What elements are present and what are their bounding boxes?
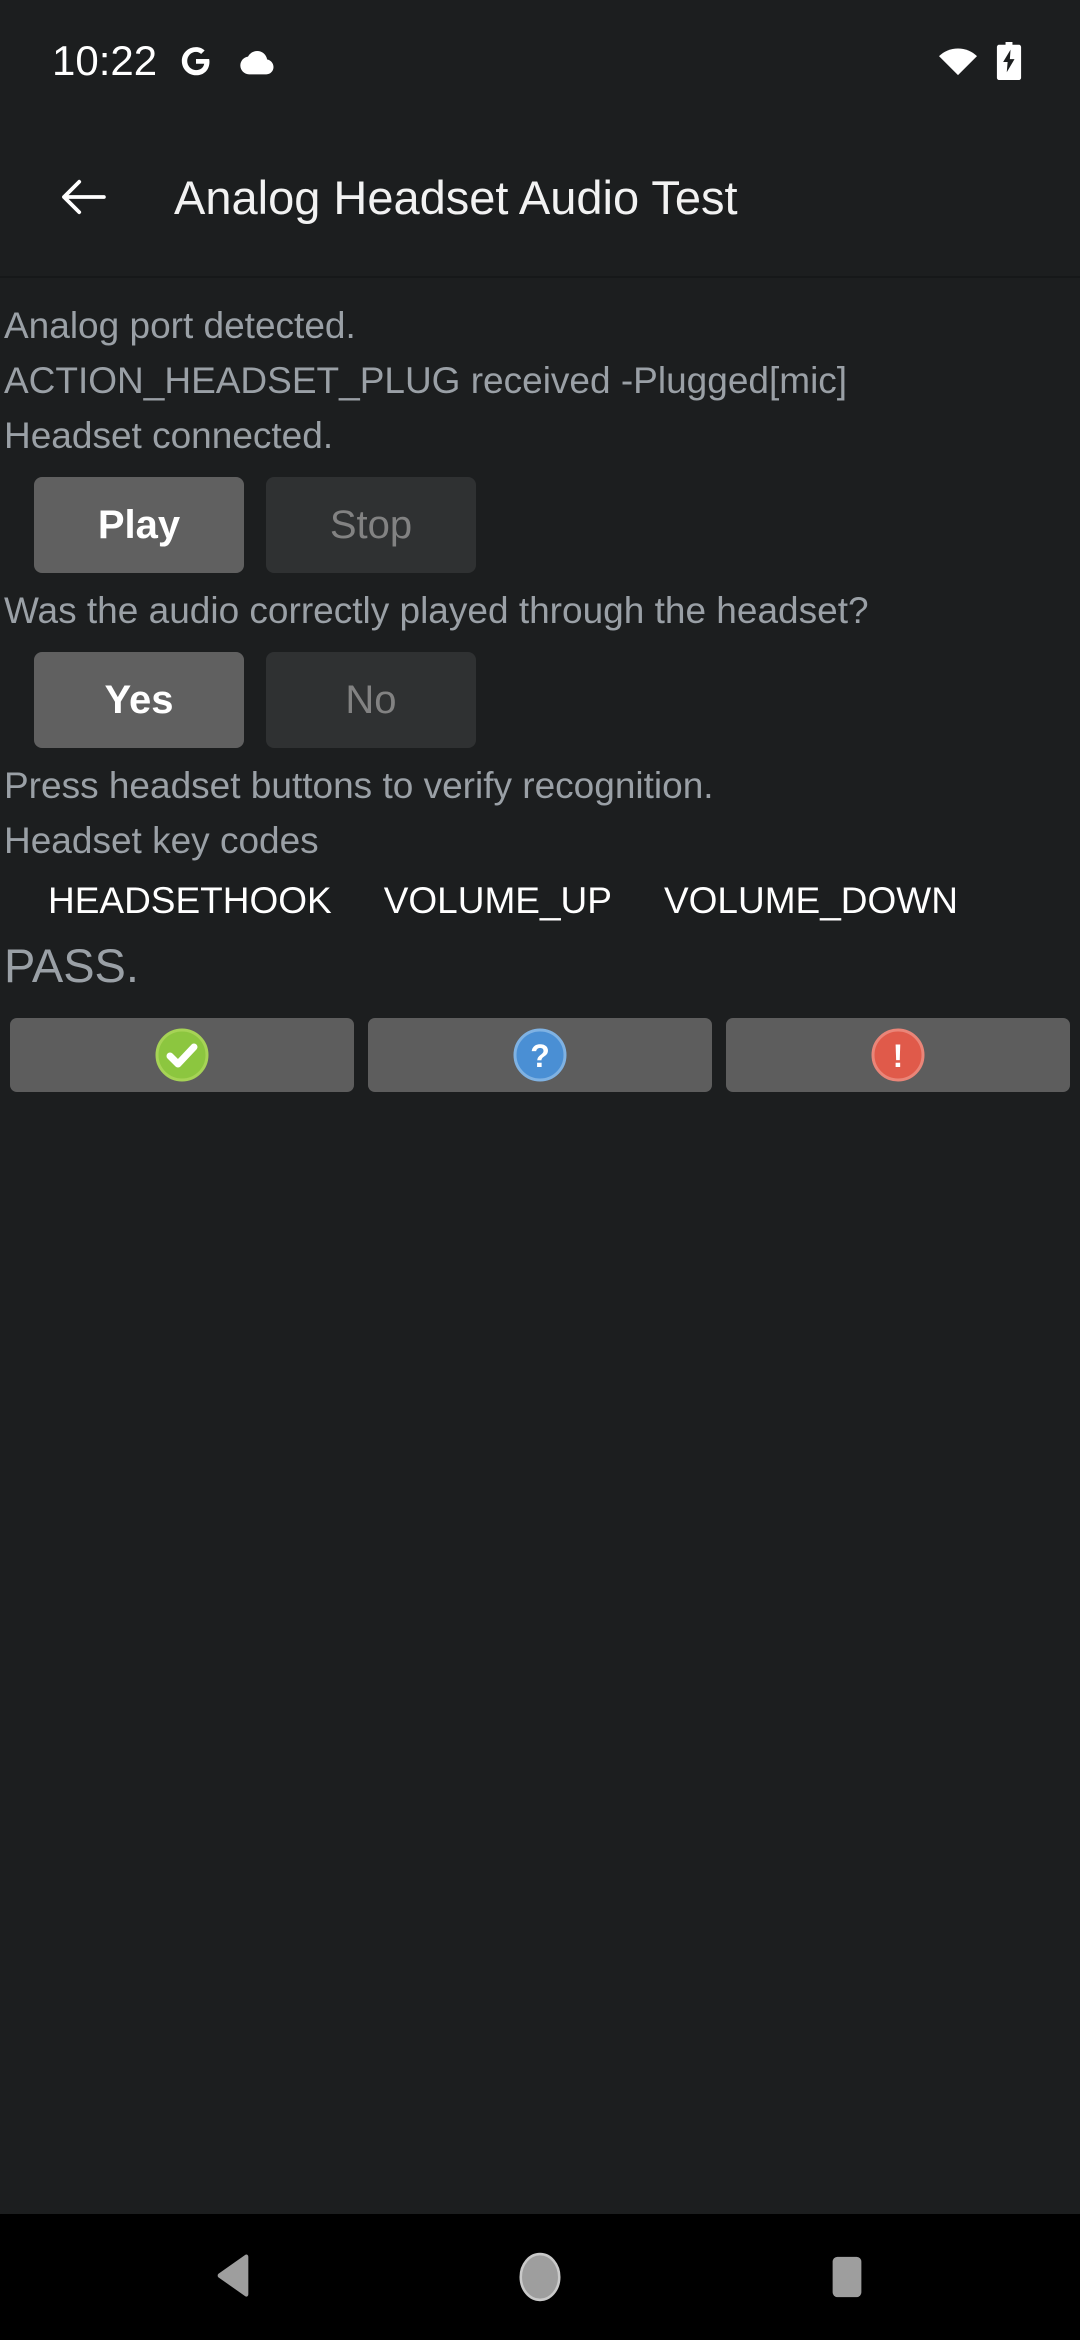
status-line-analog-port: Analog port detected. bbox=[4, 305, 356, 346]
check-circle-icon bbox=[155, 1028, 209, 1082]
circle-icon bbox=[518, 2251, 562, 2303]
playback-controls: Play Stop bbox=[0, 463, 1080, 583]
keycode-volume-down: VOLUME_DOWN bbox=[663, 880, 958, 921]
wifi-icon bbox=[938, 46, 978, 76]
triangle-left-icon bbox=[213, 2254, 253, 2300]
status-bar-left: 10:22 bbox=[0, 40, 275, 82]
test-content: Analog port detected. ACTION_HEADSET_PLU… bbox=[0, 278, 1080, 2214]
yes-button[interactable]: Yes bbox=[34, 652, 244, 748]
page-title: Analog Headset Audio Test bbox=[174, 170, 738, 224]
back-button[interactable] bbox=[40, 154, 126, 240]
nav-recents-button[interactable] bbox=[777, 2214, 917, 2340]
keycode-headsethook: HEADSETHOOK bbox=[48, 880, 332, 921]
google-icon bbox=[179, 44, 213, 78]
keycode-list: HEADSETHOOK VOLUME_UP VOLUME_DOWN bbox=[0, 874, 1080, 928]
info-button[interactable]: ? bbox=[368, 1018, 712, 1092]
nav-back-button[interactable] bbox=[163, 2214, 303, 2340]
pass-button[interactable] bbox=[10, 1018, 354, 1092]
navigation-bar bbox=[0, 2214, 1080, 2340]
status-bar: 10:22 bbox=[0, 0, 1080, 118]
fail-button[interactable]: ! bbox=[726, 1018, 1070, 1092]
play-button[interactable]: Play bbox=[34, 477, 244, 573]
question-circle-icon: ? bbox=[513, 1028, 567, 1082]
stop-button[interactable]: Stop bbox=[266, 477, 476, 573]
status-clock: 10:22 bbox=[52, 37, 158, 84]
answer-controls: Yes No bbox=[0, 638, 1080, 758]
status-bar-right bbox=[938, 42, 1032, 80]
audio-question: Was the audio correctly played through t… bbox=[4, 590, 869, 631]
action-bar: ? ! bbox=[0, 996, 1080, 1092]
svg-text:!: ! bbox=[893, 1038, 904, 1074]
status-line-action-headset-plug: ACTION_HEADSET_PLUG received -Plugged[mi… bbox=[4, 360, 848, 401]
app-bar: Analog Headset Audio Test bbox=[0, 118, 1080, 278]
arrow-left-icon bbox=[60, 178, 106, 216]
phone-screen: 10:22 Analog Headset Audio Test Analog p… bbox=[0, 0, 1080, 2340]
cloud-icon bbox=[235, 47, 275, 75]
exclamation-circle-icon: ! bbox=[871, 1028, 925, 1082]
status-line-headset-connected: Headset connected. bbox=[4, 415, 334, 456]
nav-home-button[interactable] bbox=[470, 2214, 610, 2340]
battery-charging-icon bbox=[996, 42, 1022, 80]
keycodes-label: Headset key codes bbox=[4, 820, 319, 861]
verdict-text: PASS. bbox=[4, 939, 139, 992]
press-instruction: Press headset buttons to verify recognit… bbox=[4, 765, 714, 806]
svg-text:?: ? bbox=[530, 1038, 550, 1074]
square-icon bbox=[827, 2254, 867, 2300]
no-button[interactable]: No bbox=[266, 652, 476, 748]
keycode-volume-up: VOLUME_UP bbox=[383, 880, 612, 921]
